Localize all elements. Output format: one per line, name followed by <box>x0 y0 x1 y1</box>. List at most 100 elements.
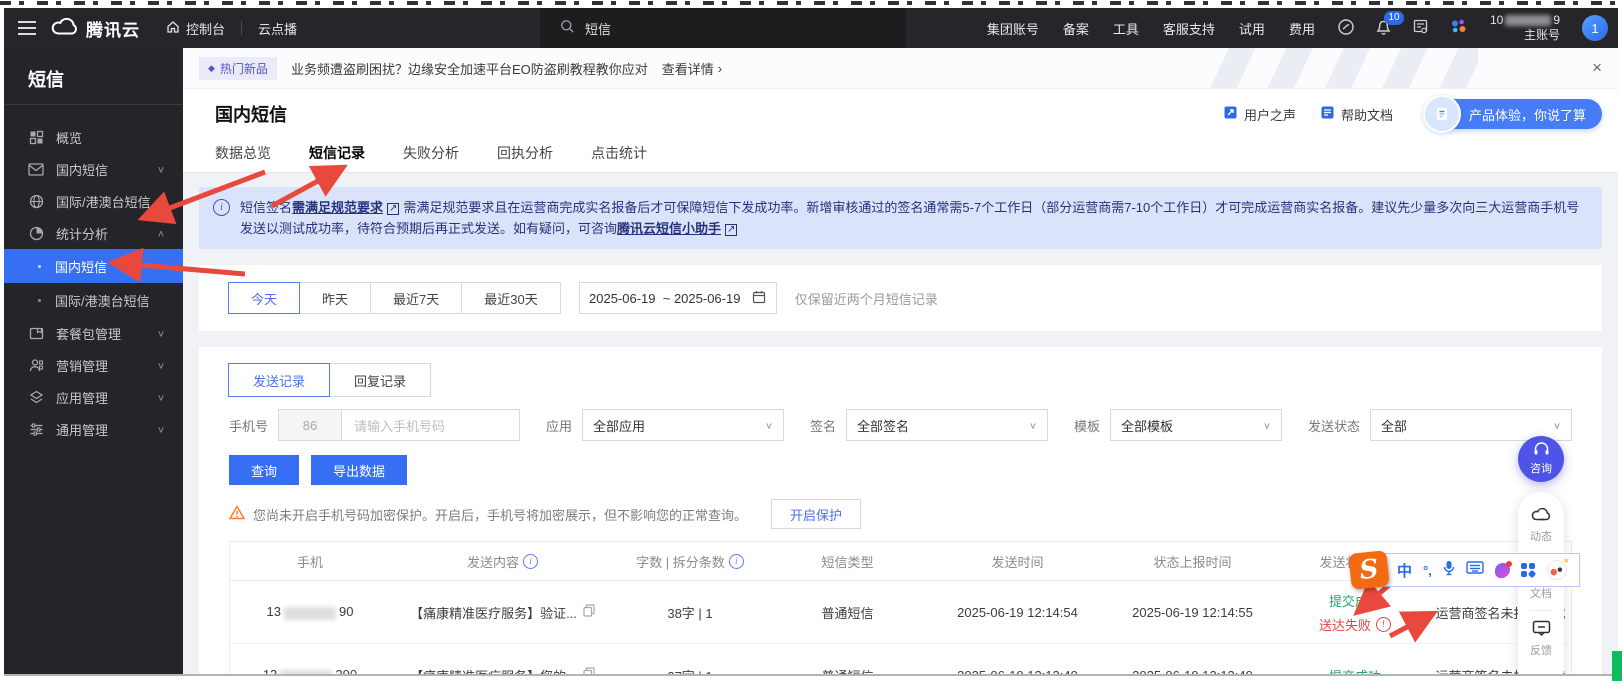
page-tabs: 数据总览 短信记录 失败分析 回执分析 点击统计 <box>183 139 1618 173</box>
date-range-input[interactable]: 2025-06-19 ~ 2025-06-19 <box>579 282 777 314</box>
sidebar-subitem-domestic-sms-active[interactable]: 国内短信 <box>4 249 183 283</box>
cell-type: 普通短信 <box>765 644 930 675</box>
topbar-menu-support[interactable]: 客服支持 <box>1163 19 1215 38</box>
send-records-tab[interactable]: 发送记录 <box>228 363 330 397</box>
consult-float-button[interactable]: 咨询 <box>1518 436 1564 482</box>
ime-skin-icon[interactable] <box>1495 563 1510 578</box>
send-status-label: 发送状态 <box>1308 416 1360 435</box>
pie-chart-icon <box>28 225 44 241</box>
info-icon[interactable]: i <box>523 554 538 569</box>
topbar-menu-billing[interactable]: 费用 <box>1289 19 1315 38</box>
banner-decoration <box>1198 48 1478 88</box>
keyboard-icon[interactable] <box>1466 561 1484 579</box>
product-vod-link[interactable]: 云点播 <box>258 19 297 38</box>
avatar[interactable]: 1 <box>1582 15 1608 41</box>
cell-content: 【痛康精准医疗服务】您的... <box>390 644 615 675</box>
topbar-menu-tools[interactable]: 工具 <box>1113 19 1139 38</box>
quick-date-yesterday[interactable]: 昨天 <box>299 282 371 314</box>
user-voice-icon <box>1223 105 1238 123</box>
product-feedback-cta[interactable]: 产品体验，你说了算 <box>1423 95 1602 133</box>
sogou-logo-icon[interactable]: S <box>1348 550 1390 590</box>
topbar-right: 集团账号 备案 工具 客服支持 试用 费用 10 <box>987 8 1608 48</box>
console-link[interactable]: 控制台 <box>166 19 225 38</box>
error-info-icon[interactable]: ! <box>1376 617 1391 632</box>
sidebar-subitem-intl-sms[interactable]: 国际/港澳台短信 <box>4 283 183 317</box>
feedback-item[interactable]: 反馈 <box>1530 620 1552 658</box>
mail-icon <box>28 161 44 177</box>
tencent-cloud-logo[interactable]: 腾讯云 <box>50 16 140 41</box>
ime-toolbar: S 中 °, <box>1350 552 1580 588</box>
cell-report-time: 2025-06-19 12:13:49 <box>1105 644 1280 675</box>
ime-language-icon[interactable]: 中 <box>1397 560 1412 581</box>
user-voice-link[interactable]: 用户之声 <box>1223 105 1296 124</box>
phone-number-input[interactable]: 86 请输入手机号码 <box>278 409 520 441</box>
sidebar-item-app-mgmt[interactable]: 应用管理 ∨ <box>4 381 183 413</box>
page-header: 国内短信 用户之声 帮助文档 产品体验，你说了算 <box>183 89 1618 139</box>
news-item[interactable]: 动态 <box>1530 506 1552 544</box>
ime-apps-grid-icon[interactable] <box>1521 563 1536 578</box>
sidebar-item-overview[interactable]: 概览 <box>4 121 183 153</box>
topbar-divider <box>241 21 242 35</box>
country-code-prefix[interactable]: 86 <box>279 410 342 440</box>
info-icon[interactable]: i <box>729 554 744 569</box>
grid-icon <box>28 129 44 145</box>
col-count: 字数 | 拆分条数i <box>615 542 765 581</box>
topbar-menu-icp[interactable]: 备案 <box>1063 19 1089 38</box>
sidebar-item-general-mgmt[interactable]: 通用管理 ∨ <box>4 413 183 445</box>
sidebar-item-domestic-sms[interactable]: 国内短信 ∨ <box>4 153 183 185</box>
help-doc-link[interactable]: 帮助文档 <box>1320 105 1393 124</box>
copy-icon[interactable] <box>583 604 595 620</box>
template-select[interactable]: 全部模板∨ <box>1110 409 1282 441</box>
signature-select[interactable]: 全部签名∨ <box>846 409 1048 441</box>
template-label: 模板 <box>1074 416 1100 435</box>
topbar-menu-group-account[interactable]: 集团账号 <box>987 19 1039 38</box>
copy-icon[interactable] <box>583 667 595 674</box>
promo-circle-icon[interactable] <box>1337 18 1355 39</box>
sidebar-item-marketing-mgmt[interactable]: 营销管理 ∨ <box>4 349 183 381</box>
reply-records-tab[interactable]: 回复记录 <box>329 363 431 397</box>
app-select[interactable]: 全部应用∨ <box>582 409 784 441</box>
sidebar-item-package-mgmt[interactable]: 套餐包管理 ∨ <box>4 317 183 349</box>
tab-data-overview[interactable]: 数据总览 <box>215 139 271 163</box>
sms-assistant-link[interactable]: 腾讯云短信小助手 <box>617 221 721 236</box>
global-search-input[interactable]: 短信 <box>540 8 906 48</box>
external-link-icon: ↗ <box>725 224 737 236</box>
tab-click-stats[interactable]: 点击统计 <box>591 139 647 163</box>
enable-protection-button[interactable]: 开启保护 <box>771 499 861 529</box>
sidebar-title: 短信 <box>4 48 183 104</box>
quick-date-30days[interactable]: 最近30天 <box>461 282 560 314</box>
logo-text: 腾讯云 <box>86 16 140 41</box>
ime-emoji-icon[interactable] <box>1547 560 1567 580</box>
table-row: 13290 【痛康精准医疗服务】您的... 37字 | 1 普通短信 2025-… <box>230 644 1571 675</box>
ime-punctuation-icon[interactable]: °, <box>1423 563 1432 578</box>
cell-send-time: 2025-06-19 12:14:54 <box>930 581 1105 644</box>
sidebar-item-statistics[interactable]: 统计分析 ∧ <box>4 217 183 249</box>
quick-date-today[interactable]: 今天 <box>228 282 300 314</box>
microphone-icon[interactable] <box>1443 560 1455 581</box>
topbar-menu-trial[interactable]: 试用 <box>1239 19 1265 38</box>
menu-hamburger-icon[interactable] <box>4 8 50 48</box>
person-icon <box>28 357 44 373</box>
phone-blur <box>284 607 336 620</box>
spec-requirement-link[interactable]: 需满足规范要求 <box>292 200 383 215</box>
info-icon: i <box>213 199 230 216</box>
tab-sms-records[interactable]: 短信记录 <box>309 139 365 163</box>
action-buttons: 查询 导出数据 <box>229 455 1572 485</box>
close-icon[interactable]: × <box>1592 58 1602 78</box>
toolbar-divider <box>1530 610 1552 611</box>
date-filter-card: 今天 昨天 最近7天 最近30天 2025-06-19 ~ 2025-06-19… <box>199 265 1602 331</box>
export-button[interactable]: 导出数据 <box>311 455 407 485</box>
banner-detail-link[interactable]: 查看详情 › <box>662 59 722 78</box>
bullet-dot <box>38 265 41 268</box>
cell-phone: 1390 <box>230 581 390 644</box>
sidebar-item-intl-sms[interactable]: 国际/港澳台短信 ∨ <box>4 185 183 217</box>
colorful-spark-icon[interactable] <box>1449 17 1468 39</box>
tab-failure-analysis[interactable]: 失败分析 <box>403 139 459 163</box>
notification-bell-icon[interactable]: 10 <box>1375 18 1392 39</box>
query-button[interactable]: 查询 <box>229 455 299 485</box>
billing-doc-icon[interactable] <box>1412 18 1429 38</box>
account-info[interactable]: 109 主账号 <box>1490 13 1560 43</box>
quick-date-7days[interactable]: 最近7天 <box>370 282 462 314</box>
cell-phone: 13290 <box>230 644 390 675</box>
tab-receipt-analysis[interactable]: 回执分析 <box>497 139 553 163</box>
